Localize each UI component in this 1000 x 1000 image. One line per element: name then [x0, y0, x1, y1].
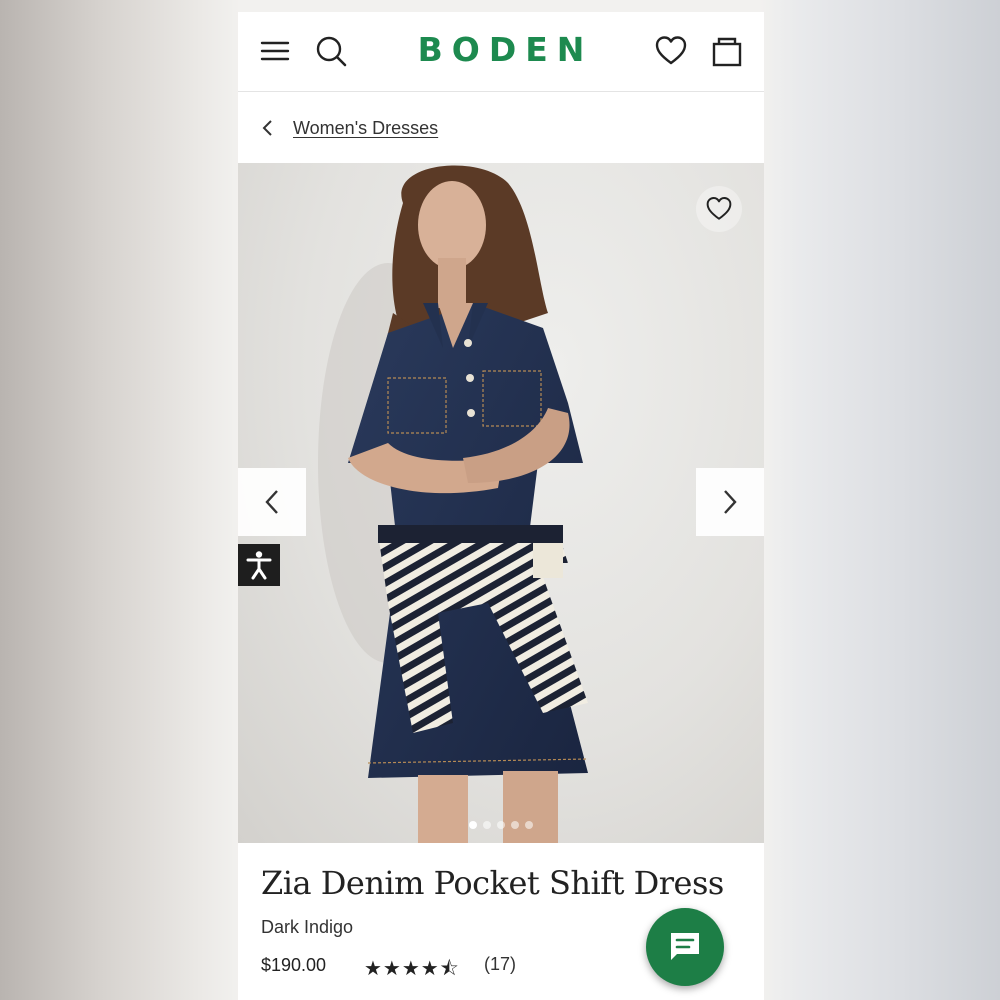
carousel-dots	[238, 821, 764, 829]
breadcrumb-link[interactable]: Women's Dresses	[293, 118, 438, 139]
site-header: BODEN	[238, 12, 764, 92]
heart-icon[interactable]	[654, 34, 688, 68]
product-title: Zia Denim Pocket Shift Dress	[261, 864, 724, 902]
chevron-right-icon	[724, 490, 737, 514]
carousel-dot[interactable]	[469, 821, 477, 829]
carousel-dot[interactable]	[483, 821, 491, 829]
prev-image-button[interactable]	[238, 468, 306, 536]
model-photo	[318, 165, 589, 843]
product-color: Dark Indigo	[261, 917, 354, 937]
chat-button[interactable]	[646, 908, 724, 986]
carousel-dot[interactable]	[525, 821, 533, 829]
bag-icon[interactable]	[710, 34, 744, 68]
product-image[interactable]	[238, 163, 764, 843]
chevron-left-icon	[265, 490, 278, 514]
carousel-dot[interactable]	[511, 821, 519, 829]
chevron-left-icon[interactable]	[260, 118, 276, 143]
phone-frame: BODEN Women's Dresses Zia Denim Pocket S…	[238, 12, 764, 1000]
chat-icon	[671, 933, 699, 960]
accessibility-icon[interactable]	[238, 544, 280, 586]
review-count[interactable]: (17)	[484, 954, 516, 975]
next-image-button[interactable]	[696, 468, 764, 536]
rating-stars: ★★★★⯪	[364, 956, 460, 980]
carousel-dot[interactable]	[497, 821, 505, 829]
product-price: $190.00	[261, 955, 327, 975]
wishlist-heart-icon[interactable]	[696, 186, 742, 232]
